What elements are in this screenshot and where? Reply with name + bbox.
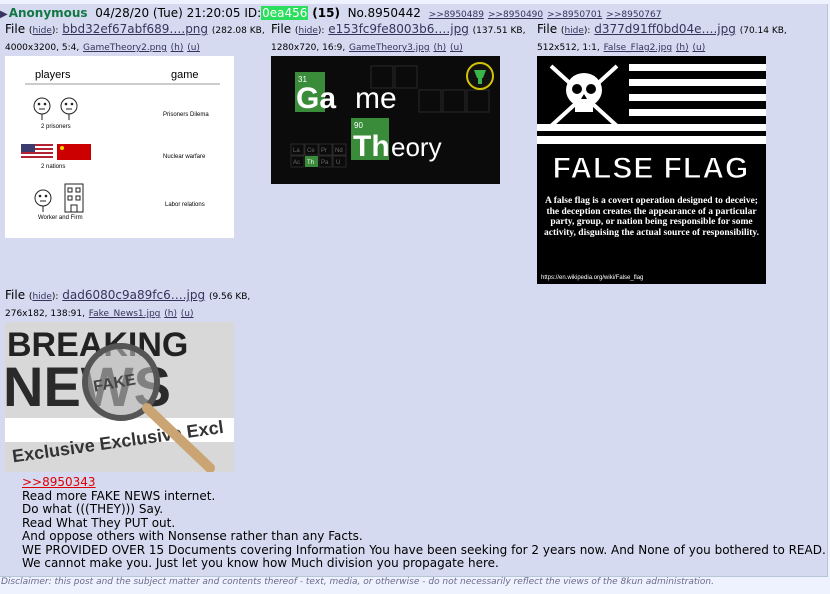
col-players-text: players bbox=[35, 69, 71, 81]
periodic-cell: Pa bbox=[321, 160, 329, 166]
post-number[interactable]: No.8950442 bbox=[348, 6, 421, 20]
logo-word-game-b: me bbox=[355, 82, 397, 115]
file-info: File (hide): d377d91ff0bd04e….jpg (70.14… bbox=[537, 22, 787, 53]
file-size: (9.56 KB, bbox=[208, 292, 251, 302]
post-intro: ▶Anonymous 04/28/20 (Tue) 21:20:05 ID:0e… bbox=[0, 6, 661, 20]
false-flag-image: FALSE FLAG A false flag is a covert oper… bbox=[537, 56, 766, 281]
file-info: File (hide): bbd32ef67abf689….png (282.0… bbox=[5, 22, 265, 53]
original-filename-link[interactable]: GameTheory2.png bbox=[83, 43, 167, 53]
original-filename-link[interactable]: Fake_News1.jpg bbox=[89, 309, 161, 319]
file-size: (70.14 KB, bbox=[739, 26, 787, 36]
hide-link[interactable]: hide bbox=[32, 292, 51, 302]
file-u-link[interactable]: (u) bbox=[187, 43, 200, 53]
file-u-link[interactable]: (u) bbox=[450, 43, 463, 53]
id-label: ID: bbox=[244, 6, 262, 20]
poster-post-count: (15) bbox=[312, 6, 340, 20]
file-name-link[interactable]: e153fc9fe8003b6….jpg bbox=[328, 22, 469, 36]
file-h-link[interactable]: (h) bbox=[171, 43, 184, 53]
file-h-link[interactable]: (h) bbox=[676, 43, 689, 53]
file-size: (137.51 KB, bbox=[472, 26, 526, 36]
body-line: We cannot make you. Just let you know ho… bbox=[22, 556, 499, 570]
element-number: 90 bbox=[354, 121, 363, 130]
body-line: Read What They PUT out. bbox=[22, 515, 176, 530]
periodic-cell: La bbox=[293, 148, 300, 154]
false-flag-definition: A false flag is a covert operation desig… bbox=[543, 196, 759, 238]
periodic-cell: Ac bbox=[293, 160, 300, 166]
periodic-cell: Ce bbox=[307, 148, 315, 154]
poster-id[interactable]: 0ea456 bbox=[261, 6, 309, 20]
post-date: 04/28/20 (Tue) 21:20:05 bbox=[95, 6, 241, 20]
disclaimer-text: Disclaimer: this post and the subject ma… bbox=[1, 577, 714, 587]
row-label: Nuclear warfare bbox=[163, 154, 206, 160]
fake-news-image: BREAKING NEWS Exclusive Exclusive Excl F… bbox=[5, 322, 234, 472]
game-theory-logo-image: 31 Ga me 90 Th eory La Ce Pr Nd Ac Th Pa… bbox=[290, 62, 494, 168]
hide-link[interactable]: hide bbox=[32, 26, 51, 36]
file-prefix: File bbox=[271, 22, 292, 36]
body-line: Do what (((THEY))) Say. bbox=[22, 502, 164, 516]
file-name-link[interactable]: dad6080c9a89fc6….jpg bbox=[62, 288, 205, 302]
file-u-link[interactable]: (u) bbox=[692, 43, 705, 53]
periodic-cell: Th bbox=[307, 160, 314, 166]
file-dimensions: 276x182, 138:91, bbox=[5, 309, 85, 319]
ussr-flag-icon bbox=[57, 144, 91, 160]
quote-link[interactable]: >>8950343 bbox=[22, 475, 826, 490]
false-flag-title: FALSE FLAG bbox=[553, 152, 750, 185]
file-dimensions: 4000x3200, 5:4, bbox=[5, 43, 80, 53]
game-theory-table-image: players game 2 prisoners Prisoners Dilem… bbox=[21, 69, 220, 221]
worker-and-firm-icon bbox=[34, 183, 84, 213]
logo-word-game-a: Ga bbox=[296, 82, 336, 115]
file-info: File (hide): dad6080c9a89fc6….jpg (9.56 … bbox=[5, 288, 251, 319]
original-filename-link[interactable]: GameTheory3.jpg bbox=[349, 43, 430, 53]
file-u-link[interactable]: (u) bbox=[181, 309, 194, 319]
file-prefix: File bbox=[537, 22, 558, 36]
post-container: ▶Anonymous 04/28/20 (Tue) 21:20:05 ID:0e… bbox=[0, 4, 828, 577]
backlink[interactable]: >>8950701 bbox=[547, 10, 602, 20]
file-size: (282.08 KB, bbox=[211, 26, 265, 36]
backlink[interactable]: >>8950767 bbox=[606, 10, 661, 20]
file-thumbnail-fake-news[interactable]: BREAKING NEWS Exclusive Exclusive Excl F… bbox=[5, 322, 234, 472]
file-dimensions: 1280x720, 16:9, bbox=[271, 43, 346, 53]
file-name-link[interactable]: bbd32ef67abf689….png bbox=[62, 22, 208, 36]
post-menu-arrow-icon[interactable]: ▶ bbox=[0, 9, 8, 20]
logo-word-theory-a: Th bbox=[353, 130, 390, 163]
body-line: And oppose others with Nonsense rather t… bbox=[22, 529, 363, 543]
file-h-link[interactable]: (h) bbox=[433, 43, 446, 53]
file-prefix: File bbox=[5, 22, 26, 36]
backlink[interactable]: >>8950490 bbox=[488, 10, 543, 20]
file-thumbnail-game-theory-logo[interactable]: 31 Ga me 90 Th eory La Ce Pr Nd Ac Th Pa… bbox=[271, 56, 500, 184]
original-filename-link[interactable]: False_Flag2.jpg bbox=[604, 43, 673, 53]
file-thumbnail-false-flag[interactable]: FALSE FLAG A false flag is a covert oper… bbox=[537, 56, 766, 284]
body-line: Read more FAKE NEWS internet. bbox=[22, 488, 216, 503]
col-game-text: game bbox=[171, 69, 199, 81]
row-caption: Worker and Firm bbox=[38, 215, 83, 221]
file-info: File (hide): e153fc9fe8003b6….jpg (137.5… bbox=[271, 22, 526, 53]
row-caption: 2 nations bbox=[41, 164, 65, 170]
periodic-cell: U bbox=[336, 160, 340, 166]
poster-name: Anonymous bbox=[8, 6, 88, 20]
row-label: Prisoners Dilema bbox=[163, 112, 209, 118]
us-flag-icon bbox=[21, 144, 53, 160]
file-thumbnail-game-theory-table[interactable]: players game 2 prisoners Prisoners Dilem… bbox=[5, 56, 234, 238]
hide-link[interactable]: hide bbox=[298, 26, 317, 36]
file-prefix: File bbox=[5, 288, 26, 302]
file-name-link[interactable]: d377d91ff0bd04e….jpg bbox=[594, 22, 736, 36]
periodic-cell: Nd bbox=[335, 148, 343, 154]
periodic-cell: Pr bbox=[321, 148, 327, 154]
body-line: WE PROVIDED OVER 15 Documents covering I… bbox=[22, 542, 826, 557]
post-body: >>8950343 Read more FAKE NEWS internet. … bbox=[22, 475, 826, 571]
file-dimensions: 512x512, 1:1, bbox=[537, 43, 600, 53]
row-label: Labor relations bbox=[165, 202, 205, 208]
file-h-link[interactable]: (h) bbox=[164, 309, 177, 319]
logo-word-theory-b: eory bbox=[391, 132, 442, 162]
backlink[interactable]: >>8950489 bbox=[429, 10, 484, 20]
prisoner-faces-icon bbox=[33, 97, 78, 120]
row-caption: 2 prisoners bbox=[41, 124, 71, 130]
hide-link[interactable]: hide bbox=[564, 26, 583, 36]
false-flag-url: https://en.wikipedia.org/wiki/False_flag bbox=[541, 275, 643, 281]
